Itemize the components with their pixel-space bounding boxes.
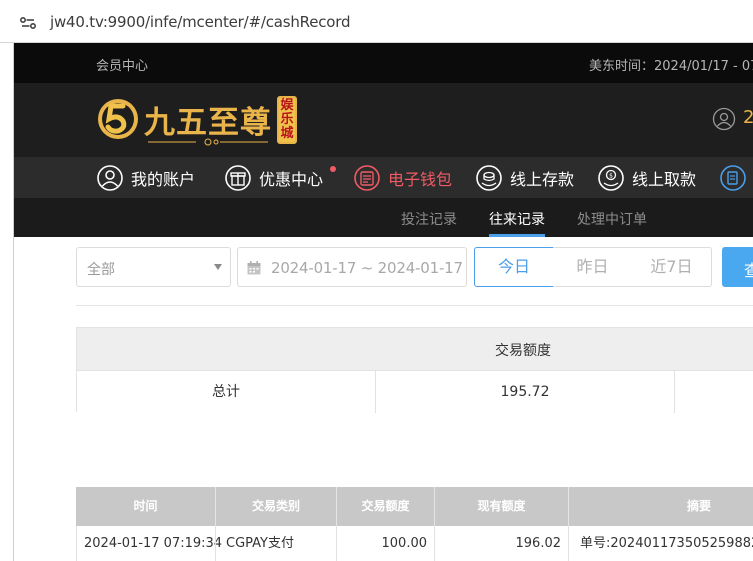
cell-summary: 单号:202401173505259882: [580, 536, 753, 551]
nav-item-online-withdraw[interactable]: $ 线上取款: [597, 157, 696, 198]
chevron-down-icon: [214, 264, 222, 270]
wallet-icon: [354, 164, 380, 191]
nav-label: 我的账户: [131, 169, 196, 189]
calendar-icon: [247, 261, 261, 275]
logo-badge: 娱 乐 城: [277, 96, 297, 144]
cash-record-table: 时间 交易类别 交易额度 现有额度 摘要 2024-01-17 07:19:34…: [76, 487, 753, 561]
nav-label: 线上存款: [510, 169, 575, 189]
last-7-days-button[interactable]: 近7日: [632, 247, 712, 287]
site-info-icon[interactable]: [18, 13, 38, 33]
site-logo[interactable]: 九五至尊 娱 乐 城: [96, 93, 301, 148]
site-header: 九五至尊 娱 乐 城 2: [14, 83, 753, 157]
user-name-text[interactable]: 2: [743, 107, 753, 128]
top-bar: 会员中心 美东时间：2024/01/17 - 07:2: [14, 43, 753, 83]
site-page: 会员中心 美东时间：2024/01/17 - 07:2 九五至尊 娱 乐 城 2…: [14, 43, 753, 561]
tab-cash-records[interactable]: 往来记录: [489, 209, 545, 229]
main-nav: 我的账户 优惠中心 电子钱包 线上存款 $ 线上取款: [14, 157, 753, 198]
type-select-value: 全部: [87, 262, 115, 278]
user-avatar-icon[interactable]: [712, 107, 736, 131]
cell-divider: [568, 526, 569, 561]
table-row[interactable]: 2024-01-17 07:19:34 CGPAY支付 100.00 196.0…: [76, 526, 753, 561]
yesterday-button[interactable]: 昨日: [553, 247, 633, 287]
quick-date-group: 今日 昨日 近7日: [474, 247, 712, 287]
logo-badge-char: 城: [280, 126, 294, 141]
type-select[interactable]: 全部: [76, 247, 231, 287]
gift-icon: [225, 164, 251, 191]
table-header: 时间 交易类别 交易额度 现有额度 摘要: [76, 487, 753, 526]
cell-balance: 196.02: [515, 536, 562, 551]
nav-item-my-account[interactable]: 我的账户: [96, 157, 195, 198]
logo-flourish-decoration: [148, 138, 268, 146]
eastern-time-text: 美东时间：2024/01/17 - 07:2: [589, 59, 753, 74]
browser-address-bar[interactable]: jw40.tv:9900/infe/mcenter/#/cashRecord: [0, 0, 753, 43]
nav-label: 线上取款: [632, 169, 697, 189]
tab-pending-orders[interactable]: 处理中订单: [577, 209, 647, 229]
member-center-link[interactable]: 会员中心: [96, 55, 148, 74]
summary-header: 交易额度: [77, 328, 753, 370]
notification-dot: [330, 166, 336, 172]
nav-item-e-wallet[interactable]: 电子钱包: [353, 157, 452, 198]
column-header-balance[interactable]: 现有额度: [435, 487, 568, 526]
nav-label: 优惠中心: [259, 169, 324, 189]
date-range-input[interactable]: 2024-01-17 ~ 2024-01-17: [237, 247, 467, 287]
cell-divider: [215, 526, 216, 561]
search-button[interactable]: 查: [722, 247, 753, 287]
logo-text: 九五至尊: [144, 105, 272, 141]
user-circle-icon: [97, 164, 123, 191]
svg-text:$: $: [609, 172, 613, 179]
column-header-summary[interactable]: 摘要: [569, 487, 753, 526]
column-header-amount[interactable]: 交易额度: [337, 487, 434, 526]
url-text[interactable]: jw40.tv:9900/infe/mcenter/#/cashRecord: [50, 13, 350, 31]
logo-badge-char: 娱: [280, 98, 294, 113]
divider: [76, 305, 753, 306]
date-range-value: 2024-01-17 ~ 2024-01-17: [271, 259, 463, 277]
summary-table: 交易额度 总计 195.72: [76, 327, 753, 413]
cell-time: 2024-01-17 07:19:34: [84, 536, 223, 551]
cell-type: CGPAY支付: [226, 536, 294, 551]
withdraw-icon: $: [598, 164, 624, 191]
window-left-edge: [0, 43, 14, 561]
column-header-time[interactable]: 时间: [76, 487, 215, 526]
nav-item-more[interactable]: [719, 157, 747, 198]
summary-header-label: 交易额度: [495, 343, 551, 359]
sub-nav: 投注记录 往来记录 处理中订单: [14, 198, 753, 237]
nav-item-promotions[interactable]: 优惠中心: [224, 157, 323, 198]
tab-bet-records[interactable]: 投注记录: [401, 209, 457, 229]
active-tab-underline: [489, 234, 545, 237]
document-icon: [720, 164, 746, 191]
nav-label: 电子钱包: [388, 169, 453, 189]
cell-amount: 100.00: [381, 536, 428, 551]
logo-badge-char: 乐: [280, 112, 294, 127]
nav-item-online-deposit[interactable]: 线上存款: [475, 157, 574, 198]
search-button-label: 查: [744, 261, 753, 280]
summary-total-value: 195.72: [500, 384, 550, 400]
summary-row: 总计 195.72: [77, 370, 753, 413]
cell-divider: [674, 371, 675, 413]
logo-five-emblem-icon: [98, 99, 138, 139]
summary-total-label: 总计: [212, 384, 240, 400]
today-button[interactable]: 今日: [474, 247, 554, 287]
column-header-type[interactable]: 交易类别: [216, 487, 336, 526]
deposit-icon: [476, 164, 502, 191]
